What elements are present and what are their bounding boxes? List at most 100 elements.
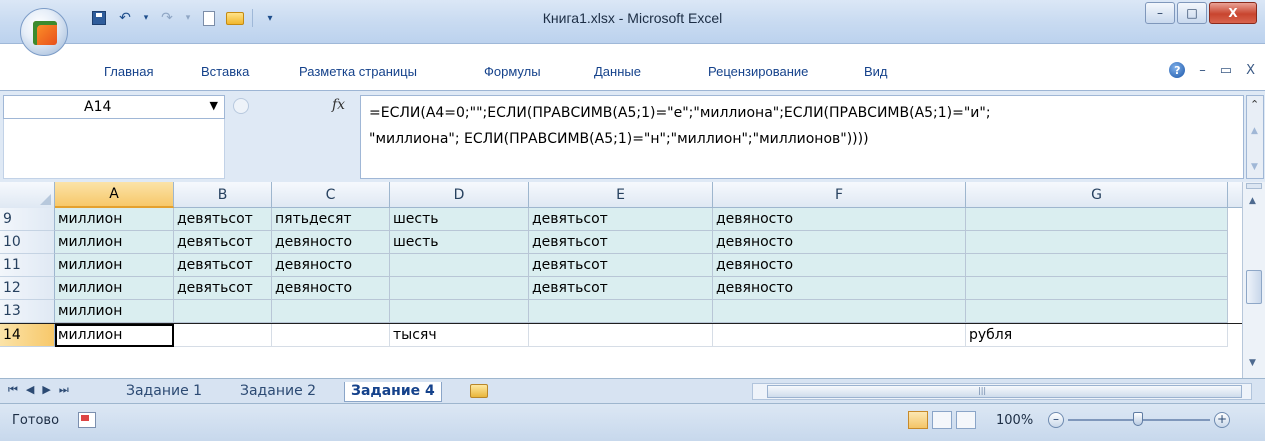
zoom-level[interactable]: 100% — [996, 413, 1033, 428]
row-header[interactable]: 12 — [0, 277, 55, 300]
tab-data[interactable]: Данные — [594, 64, 641, 79]
tab-review[interactable]: Рецензирование — [708, 64, 808, 79]
cell-e12[interactable]: девятьсот — [529, 277, 713, 300]
cell-c13[interactable] — [272, 300, 390, 323]
cell-a12[interactable]: миллион — [55, 277, 174, 300]
insert-function-icon[interactable]: fx — [332, 97, 345, 113]
cell-e10[interactable]: девятьсот — [529, 231, 713, 254]
cell-c11[interactable]: девяносто — [272, 254, 390, 277]
page-layout-view-button[interactable] — [932, 411, 952, 429]
row-header[interactable]: 11 — [0, 254, 55, 277]
cell-d10[interactable]: шесть — [390, 231, 529, 254]
cell-e13[interactable] — [529, 300, 713, 323]
cell-g10[interactable] — [966, 231, 1228, 254]
cell-g12[interactable] — [966, 277, 1228, 300]
cell-c14[interactable] — [272, 324, 390, 347]
cell-b11[interactable]: девятьсот — [174, 254, 272, 277]
macro-record-icon[interactable] — [78, 412, 96, 428]
first-sheet-icon[interactable]: ⏮ — [8, 383, 18, 397]
formula-input[interactable]: =ЕСЛИ(A4=0;"";ЕСЛИ(ПРАВСИМВ(A5;1)="е";"м… — [360, 95, 1244, 179]
cell-e14[interactable] — [529, 324, 713, 347]
sheet-tab-zadanie-4[interactable]: Задание 4 — [344, 382, 442, 402]
cell-d12[interactable] — [390, 277, 529, 300]
cell-b14[interactable] — [174, 324, 272, 347]
cell-f9[interactable]: девяносто — [713, 208, 966, 231]
ribbon-restore-button[interactable]: ▭ — [1220, 63, 1232, 78]
cell-d13[interactable] — [390, 300, 529, 323]
office-button[interactable] — [20, 8, 68, 56]
row-header[interactable]: 13 — [0, 300, 55, 323]
cell-a9[interactable]: миллион — [55, 208, 174, 231]
select-all-button[interactable] — [0, 182, 55, 208]
cell-a10[interactable]: миллион — [55, 231, 174, 254]
formula-bar-scroll[interactable]: ⌃ ▲ ▼ — [1246, 95, 1264, 179]
cell-d11[interactable] — [390, 254, 529, 277]
scroll-down-arrow-icon[interactable]: ▼ — [1251, 162, 1258, 172]
cell-d14[interactable]: тысяч — [390, 324, 529, 347]
minimize-button[interactable]: – — [1145, 2, 1175, 24]
scroll-up-arrow-icon[interactable]: ▲ — [1251, 126, 1258, 136]
cell-f12[interactable]: девяносто — [713, 277, 966, 300]
cell-a13[interactable]: миллион — [55, 300, 174, 323]
cell-g9[interactable] — [966, 208, 1228, 231]
scroll-up-icon[interactable]: ▲ — [1249, 196, 1256, 206]
maximize-button[interactable]: □ — [1177, 2, 1207, 24]
split-box[interactable] — [1246, 183, 1262, 189]
cell-c10[interactable]: девяносто — [272, 231, 390, 254]
cell-c12[interactable]: девяносто — [272, 277, 390, 300]
sheet-tab-zadanie-2[interactable]: Задание 2 — [240, 382, 316, 402]
column-header-g[interactable]: G — [966, 182, 1228, 208]
ribbon-minimize-button[interactable]: – — [1199, 63, 1206, 78]
tab-home[interactable]: Главная — [104, 64, 153, 79]
cell-f14[interactable] — [713, 324, 966, 347]
cell-b10[interactable]: девятьсот — [174, 231, 272, 254]
zoom-slider-thumb[interactable] — [1133, 412, 1143, 426]
vertical-scroll-thumb[interactable] — [1246, 270, 1262, 304]
cell-f13[interactable] — [713, 300, 966, 323]
normal-view-button[interactable] — [908, 411, 928, 429]
cell-f11[interactable]: девяносто — [713, 254, 966, 277]
next-sheet-icon[interactable]: ▶ — [42, 383, 50, 397]
chevron-down-icon[interactable]: ▼ — [210, 99, 218, 112]
page-break-view-button[interactable] — [956, 411, 976, 429]
cell-e11[interactable]: девятьсот — [529, 254, 713, 277]
cell-b9[interactable]: девятьсот — [174, 208, 272, 231]
cell-a11[interactable]: миллион — [55, 254, 174, 277]
cell-g14[interactable]: рубля — [966, 324, 1228, 347]
column-header-d[interactable]: D — [390, 182, 529, 208]
ribbon-close-button[interactable]: X — [1246, 63, 1255, 78]
column-header-b[interactable]: B — [174, 182, 272, 208]
last-sheet-icon[interactable]: ⏭ — [59, 383, 69, 397]
close-button[interactable]: X — [1209, 2, 1257, 24]
column-header-a[interactable]: A — [55, 182, 174, 208]
cell-d9[interactable]: шесть — [390, 208, 529, 231]
cell-g13[interactable] — [966, 300, 1228, 323]
zoom-out-button[interactable]: – — [1048, 412, 1064, 428]
tab-insert[interactable]: Вставка — [201, 64, 249, 79]
cell-a14[interactable]: миллион — [55, 324, 174, 347]
collapse-formula-bar-icon[interactable]: ⌃ — [1250, 98, 1259, 111]
scroll-down-icon[interactable]: ▼ — [1249, 358, 1256, 368]
insert-sheet-icon[interactable] — [470, 384, 488, 398]
name-box[interactable]: A14 ▼ — [3, 95, 225, 119]
horizontal-scroll-thumb[interactable] — [767, 385, 1242, 398]
cell-b13[interactable] — [174, 300, 272, 323]
tab-page-layout[interactable]: Разметка страницы — [299, 64, 417, 79]
cancel-entry-icon[interactable] — [233, 98, 249, 114]
row-header[interactable]: 14 — [0, 324, 55, 347]
row-header[interactable]: 10 — [0, 231, 55, 254]
tab-formulas[interactable]: Формулы — [484, 64, 541, 79]
zoom-in-button[interactable]: + — [1214, 412, 1230, 428]
column-header-f[interactable]: F — [713, 182, 966, 208]
vertical-scrollbar[interactable]: ▲ ▼ — [1242, 182, 1265, 378]
cell-g11[interactable] — [966, 254, 1228, 277]
cell-f10[interactable]: девяносто — [713, 231, 966, 254]
help-icon[interactable]: ? — [1169, 62, 1186, 78]
cell-b12[interactable]: девятьсот — [174, 277, 272, 300]
tab-view[interactable]: Вид — [864, 64, 888, 79]
column-header-c[interactable]: C — [272, 182, 390, 208]
sheet-tab-zadanie-1[interactable]: Задание 1 — [126, 382, 202, 402]
column-header-e[interactable]: E — [529, 182, 713, 208]
prev-sheet-icon[interactable]: ◀ — [26, 383, 34, 397]
cell-e9[interactable]: девятьсот — [529, 208, 713, 231]
